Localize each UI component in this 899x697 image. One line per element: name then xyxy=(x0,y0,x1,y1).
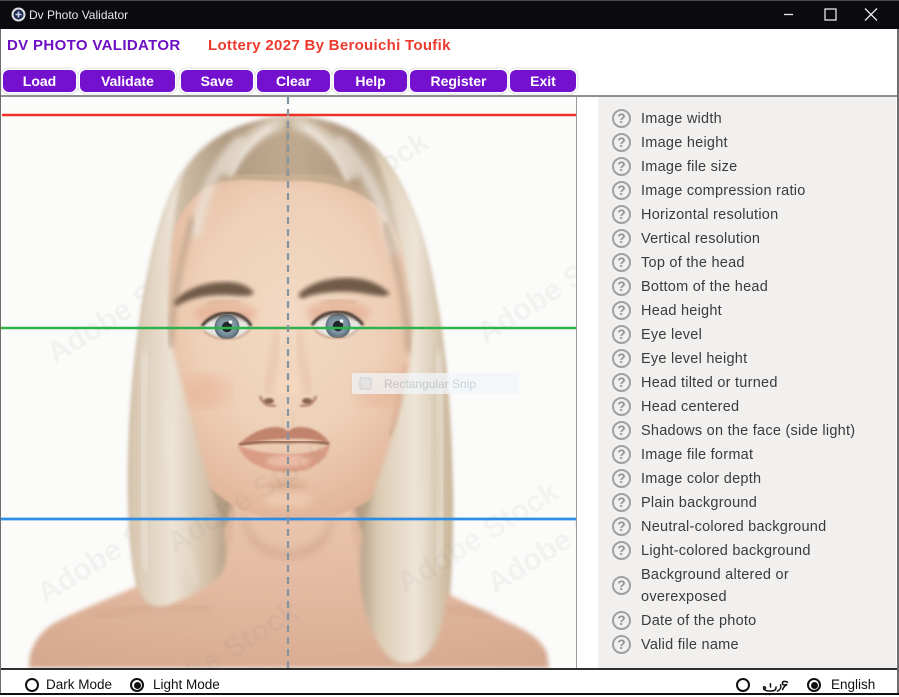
svg-text:Rectangular Snip: Rectangular Snip xyxy=(384,377,476,391)
